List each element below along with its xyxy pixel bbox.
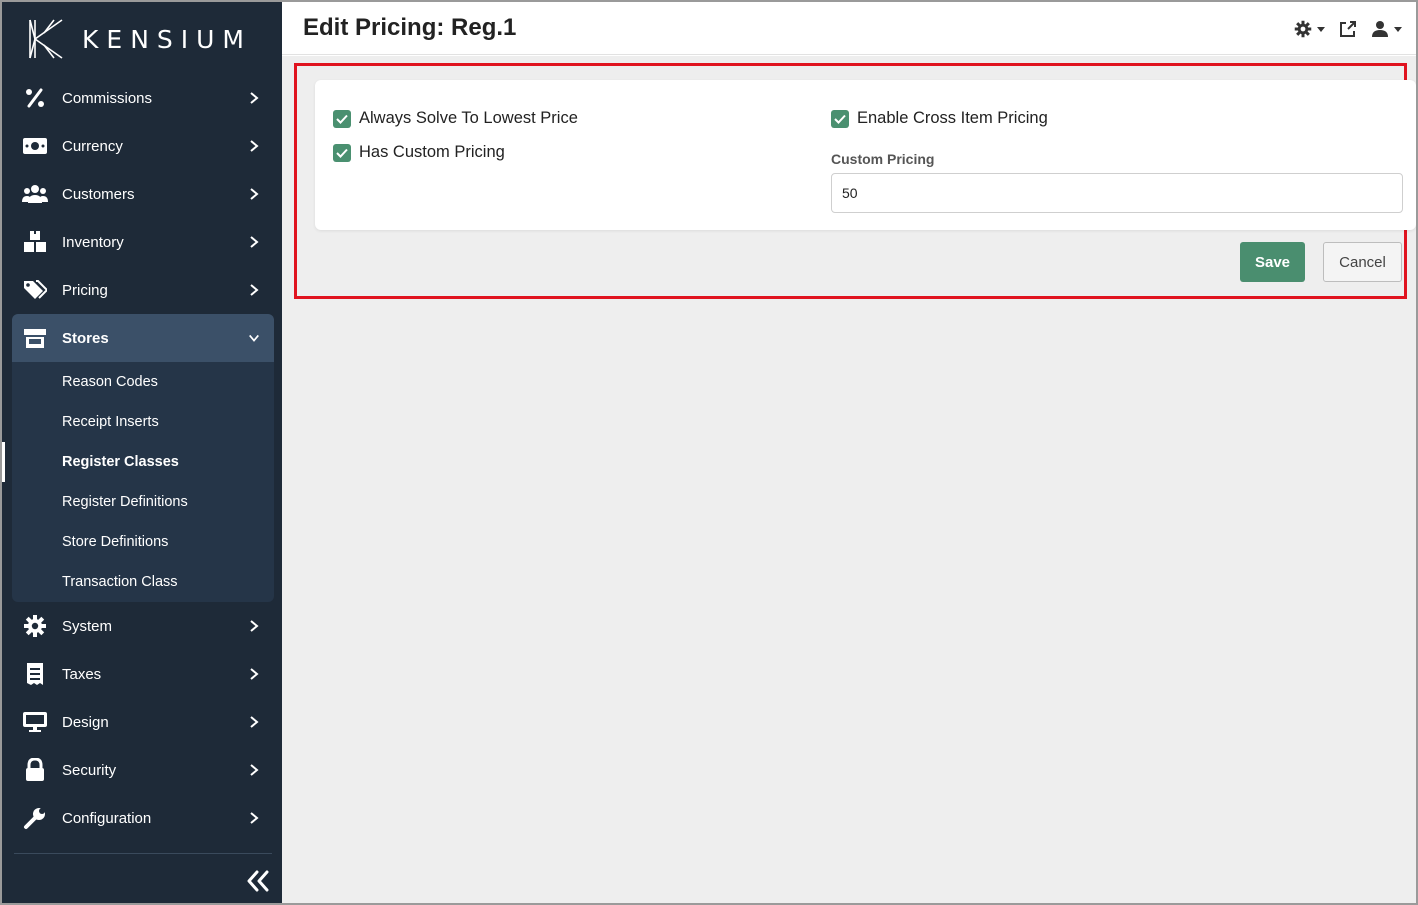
has-custom-pricing-checkbox[interactable]: Has Custom Pricing [333, 143, 505, 162]
always-solve-lowest-checkbox[interactable]: Always Solve To Lowest Price [333, 109, 578, 128]
caret-down-icon [1394, 26, 1402, 32]
checkbox-label: Always Solve To Lowest Price [359, 109, 578, 127]
chevron-right-icon [250, 188, 259, 200]
chevron-down-icon [249, 334, 259, 342]
sidebar-item-label: Inventory [62, 233, 124, 251]
external-link-icon [1340, 21, 1356, 37]
chevron-right-icon [250, 764, 259, 776]
sidebar-item-label: Customers [62, 185, 135, 203]
user-icon [1372, 21, 1388, 37]
brand-logo[interactable]: KENSIUM [24, 16, 252, 62]
chevron-right-icon [250, 284, 259, 296]
checkbox-checked-icon [831, 109, 849, 128]
chevron-right-icon [250, 92, 259, 104]
sidebar-divider [14, 853, 272, 854]
sidebar-subitem-store-definitions[interactable]: Store Definitions [12, 522, 274, 562]
sidebar-item-configuration[interactable]: Configuration [12, 794, 274, 842]
main-content: Always Solve To Lowest Price Has Custom … [282, 56, 1416, 903]
pricing-form-card: Always Solve To Lowest Price Has Custom … [315, 80, 1416, 230]
sidebar-item-commissions[interactable]: Commissions [12, 74, 274, 122]
sidebar-item-design[interactable]: Design [12, 698, 274, 746]
chevron-right-icon [250, 620, 259, 632]
chevron-right-icon [250, 716, 259, 728]
sidebar-subitem-receipt-inserts[interactable]: Receipt Inserts [12, 402, 274, 442]
checkbox-label: Enable Cross Item Pricing [857, 109, 1048, 127]
header-toolbar [1294, 16, 1416, 42]
page-title: Edit Pricing: Reg.1 [303, 14, 517, 41]
cancel-button[interactable]: Cancel [1323, 242, 1402, 282]
external-link-button[interactable] [1339, 20, 1357, 38]
custom-pricing-label: Custom Pricing [831, 151, 935, 167]
sidebar-item-security[interactable]: Security [12, 746, 274, 794]
sidebar-subitem-register-definitions[interactable]: Register Definitions [12, 482, 274, 522]
collapse-sidebar-icon[interactable] [244, 868, 272, 894]
sidebar-item-label: Pricing [62, 281, 108, 299]
settings-dropdown[interactable] [1294, 20, 1325, 38]
custom-pricing-input[interactable] [831, 173, 1403, 213]
sidebar-item-label: Configuration [62, 809, 152, 827]
checkbox-checked-icon [333, 143, 351, 162]
sidebar-item-pricing[interactable]: Pricing [12, 266, 274, 314]
receipt-icon [22, 662, 48, 686]
gear-icon [22, 614, 48, 638]
enable-cross-item-checkbox[interactable]: Enable Cross Item Pricing [831, 109, 1048, 128]
store-icon [22, 326, 48, 350]
chevron-right-icon [250, 140, 259, 152]
money-bill-icon [22, 134, 48, 158]
checkbox-label: Has Custom Pricing [359, 143, 505, 161]
user-menu[interactable] [1371, 20, 1402, 38]
sidebar: KENSIUM Commissions Currency Customers I… [2, 2, 282, 903]
sidebar-item-taxes[interactable]: Taxes [12, 650, 274, 698]
sidebar-item-inventory[interactable]: Inventory [12, 218, 274, 266]
brand-name: KENSIUM [82, 24, 253, 54]
settings-icon [1294, 20, 1312, 38]
app-window: KENSIUM Commissions Currency Customers I… [0, 0, 1418, 905]
sidebar-item-system[interactable]: System [12, 602, 274, 650]
caret-down-icon [1317, 26, 1325, 32]
chevron-right-icon [250, 668, 259, 680]
sidebar-nav: Commissions Currency Customers Inventory… [2, 74, 274, 842]
boxes-icon [22, 230, 48, 254]
sidebar-item-label: Taxes [62, 665, 102, 683]
sidebar-item-currency[interactable]: Currency [12, 122, 274, 170]
lock-icon [22, 758, 48, 782]
chevron-right-icon [250, 812, 259, 824]
wrench-icon [22, 806, 48, 830]
percent-icon [22, 86, 48, 110]
users-icon [22, 182, 48, 206]
checkbox-checked-icon [333, 109, 351, 128]
sidebar-item-customers[interactable]: Customers [12, 170, 274, 218]
monitor-icon [22, 710, 48, 734]
sidebar-subitem-reason-codes[interactable]: Reason Codes [12, 362, 274, 402]
sidebar-subitem-register-classes[interactable]: Register Classes [2, 442, 274, 482]
stores-submenu: Reason Codes Receipt Inserts Register Cl… [2, 362, 274, 602]
tags-icon [22, 278, 48, 302]
sidebar-item-label: Currency [62, 137, 123, 155]
kensium-logo-icon [29, 19, 63, 59]
sidebar-item-stores[interactable]: Stores [12, 314, 274, 362]
page-header: Edit Pricing: Reg.1 [282, 2, 1416, 55]
sidebar-subitem-transaction-class[interactable]: Transaction Class [12, 562, 274, 602]
sidebar-item-label: Commissions [62, 89, 153, 107]
save-button[interactable]: Save [1240, 242, 1305, 282]
sidebar-item-label: Stores [62, 329, 109, 347]
chevron-right-icon [250, 236, 259, 248]
highlight-annotation-box: Always Solve To Lowest Price Has Custom … [294, 63, 1416, 299]
sidebar-item-label: Security [62, 761, 117, 779]
sidebar-item-label: System [62, 617, 113, 635]
sidebar-item-label: Design [62, 713, 109, 731]
